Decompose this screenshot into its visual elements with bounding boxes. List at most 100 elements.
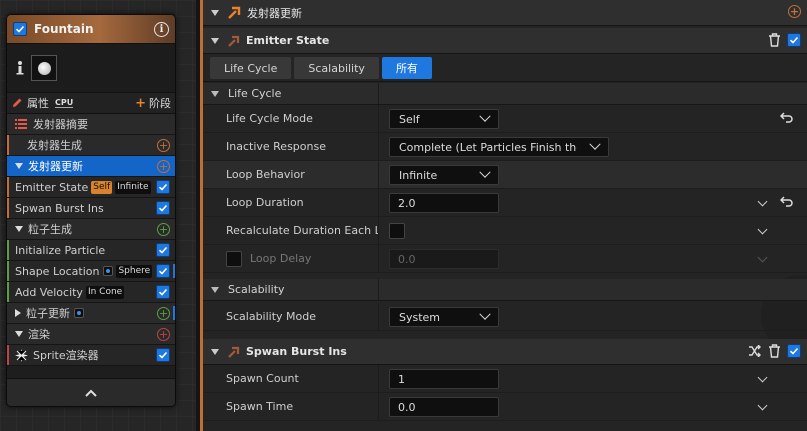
module-enable-checkbox[interactable]: [156, 201, 170, 215]
particle-spawn-row[interactable]: 粒子生成 +: [7, 219, 175, 240]
spawn-burst-header[interactable]: Spwan Burst Ins: [203, 339, 807, 365]
collapse-caret-icon[interactable]: [211, 37, 219, 44]
row-label: 粒子更新: [26, 307, 70, 320]
collapse-caret-icon[interactable]: [211, 90, 219, 97]
dynamic-input-icon: [103, 266, 114, 276]
pencil-icon[interactable]: [11, 97, 23, 109]
dropdown-value: System: [399, 310, 441, 324]
add-module-icon[interactable]: +: [157, 159, 170, 173]
inactive-response-dropdown[interactable]: Complete (Let Particles Finish then: [389, 137, 609, 157]
module-enable-checkbox[interactable]: [156, 180, 170, 194]
module-row-spawn-burst[interactable]: Spwan Burst Ins: [7, 198, 175, 219]
row-label: 粒子生成: [28, 223, 72, 236]
prop-loop-duration: Loop Duration 2.0: [203, 189, 807, 217]
prop-label: Loop Delay: [250, 252, 312, 265]
chevron-down-icon: [589, 138, 601, 150]
attributes-label[interactable]: 属性: [27, 95, 49, 111]
spawn-time-input[interactable]: 0.0: [389, 397, 499, 417]
collapse-arrow-icon[interactable]: [15, 226, 23, 232]
trash-icon[interactable]: [768, 33, 781, 47]
tab-all[interactable]: 所有: [381, 57, 432, 79]
chevron-down-icon: [479, 308, 491, 320]
particle-update-row[interactable]: 粒子更新 +: [7, 303, 175, 324]
expand-arrow-icon[interactable]: [15, 309, 21, 317]
add-stage-button[interactable]: + 阶段: [135, 95, 171, 111]
render-row[interactable]: 渲染 +: [7, 324, 175, 345]
scalability-mode-dropdown[interactable]: System: [389, 307, 499, 327]
scalability-category[interactable]: Scalability: [203, 279, 807, 301]
node-toolbar: 属性 CPU + 阶段: [7, 92, 175, 114]
emitter-node[interactable]: Fountain i 属性 CPU + 阶段 发射器摘要 发射器生成 + 发射器…: [6, 14, 176, 407]
emitter-summary-row[interactable]: 发射器摘要: [7, 114, 175, 135]
prop-label: Recalculate Duration Each Loc: [226, 224, 378, 237]
loop-delay-enable-checkbox[interactable]: [226, 251, 242, 267]
details-panel: 发射器更新 + Emitter State Life Cycle Scalabi…: [196, 0, 807, 431]
emitter-state-header[interactable]: Emitter State: [203, 28, 807, 54]
chevron-down-icon[interactable]: [757, 372, 768, 383]
dropdown-value: Complete (Let Particles Finish then: [399, 140, 577, 154]
spawn-count-input[interactable]: 1: [389, 369, 499, 389]
emitter-update-header[interactable]: 发射器更新 +: [203, 0, 807, 26]
life-cycle-mode-dropdown[interactable]: Self: [389, 109, 499, 129]
collapse-caret-icon[interactable]: [211, 348, 219, 355]
emitter-enable-checkbox[interactable]: [13, 22, 27, 36]
node-graph-canvas[interactable]: Fountain i 属性 CPU + 阶段 发射器摘要 发射器生成 + 发射器…: [0, 0, 196, 431]
trash-icon[interactable]: [768, 344, 781, 358]
tab-life-cycle[interactable]: Life Cycle: [210, 57, 292, 79]
emitter-thumbnails: [7, 44, 175, 92]
emitter-update-row[interactable]: 发射器更新 +: [7, 156, 175, 177]
prop-spawn-count: Spawn Count 1: [203, 365, 807, 393]
module-row-shape-location[interactable]: Shape Location Sphere: [7, 261, 175, 282]
collapse-caret-icon[interactable]: [211, 9, 219, 16]
row-label: 发射器摘要: [33, 118, 88, 131]
chevron-down-icon: [479, 110, 491, 122]
add-module-icon[interactable]: +: [157, 222, 170, 236]
chevron-down-icon[interactable]: [757, 224, 768, 235]
dynamic-input-icon: [74, 308, 84, 318]
collapse-arrow-icon[interactable]: [15, 331, 23, 337]
dropdown-value: Infinite: [399, 168, 438, 182]
add-module-icon[interactable]: +: [157, 138, 170, 152]
info-icon[interactable]: i: [154, 21, 169, 37]
add-module-icon[interactable]: +: [788, 5, 801, 18]
collapse-arrow-icon[interactable]: [15, 163, 23, 169]
recalculate-duration-checkbox[interactable]: [389, 223, 405, 239]
module-enable-checkbox[interactable]: [156, 243, 170, 257]
renderer-enable-checkbox[interactable]: [156, 348, 170, 362]
chevron-down-icon[interactable]: [757, 196, 768, 207]
add-module-icon[interactable]: +: [157, 306, 170, 320]
prop-scalability-mode: Scalability Mode System: [203, 303, 807, 331]
emitter-spawn-row[interactable]: 发射器生成 +: [7, 135, 175, 156]
module-arrow-icon: [228, 35, 240, 47]
emitter-node-header[interactable]: Fountain i: [7, 15, 175, 44]
loop-duration-input[interactable]: 2.0: [389, 193, 499, 213]
module-row-emitter-state[interactable]: Emitter State Self Infinite: [7, 177, 175, 198]
row-label: Emitter State: [15, 180, 89, 194]
module-row-initialize-particle[interactable]: Initialize Particle: [7, 240, 175, 261]
particle-thumbnail[interactable]: [31, 55, 57, 81]
emitter-node-title: Fountain: [34, 22, 94, 36]
life-cycle-category[interactable]: Life Cycle: [203, 83, 807, 105]
module-row-add-velocity[interactable]: Add Velocity In Cone: [7, 282, 175, 303]
collapse-node-button[interactable]: [7, 378, 175, 406]
plus-icon: +: [135, 95, 146, 111]
prop-label: Life Cycle Mode: [226, 112, 313, 125]
loop-delay-input[interactable]: 0.0: [389, 249, 499, 269]
add-renderer-icon[interactable]: +: [157, 327, 170, 341]
chevron-down-icon[interactable]: [757, 400, 768, 411]
prop-label: Scalability Mode: [226, 310, 317, 323]
module-enable-checkbox[interactable]: [787, 33, 801, 47]
module-enable-checkbox[interactable]: [156, 285, 170, 299]
reset-arrow-icon[interactable]: [780, 112, 793, 123]
prop-label: Loop Duration: [226, 196, 304, 209]
infinite-badge: Infinite: [115, 180, 151, 194]
sphere-badge: Sphere: [116, 264, 153, 278]
loop-behavior-dropdown[interactable]: Infinite: [389, 165, 499, 185]
renderer-row-sprite[interactable]: Sprite渲染器: [7, 345, 175, 366]
module-enable-checkbox[interactable]: [156, 264, 170, 278]
collapse-caret-icon[interactable]: [211, 286, 219, 293]
module-enable-checkbox[interactable]: [787, 344, 801, 358]
tab-scalability[interactable]: Scalability: [294, 57, 379, 79]
reset-arrow-icon[interactable]: [780, 196, 793, 207]
shuffle-icon[interactable]: [748, 345, 762, 357]
